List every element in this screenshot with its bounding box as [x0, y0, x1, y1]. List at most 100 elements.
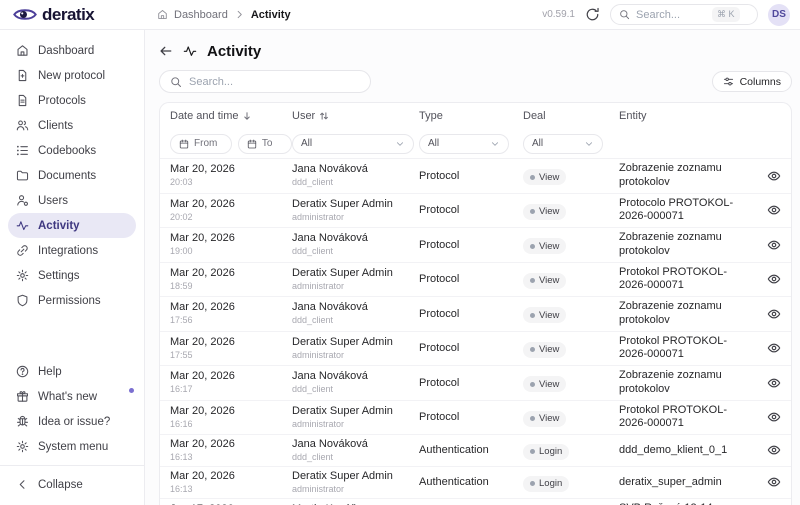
table-row[interactable]: Mar 20, 2026 18:59 Deratix Super Admin a… — [160, 263, 791, 298]
gear-icon — [16, 269, 29, 282]
sidebar-item[interactable]: Integrations — [8, 238, 136, 263]
cell-user: Jana Nováková ddd_client — [292, 163, 419, 188]
refresh-icon[interactable] — [585, 7, 600, 22]
global-search-input[interactable] — [636, 9, 706, 21]
sidebar-footer: Help What's new Idea or issue? — [8, 359, 136, 459]
sidebar-item-label: Protocols — [38, 95, 86, 107]
view-details-button[interactable] — [767, 307, 781, 321]
table-row[interactable]: Mar 20, 2026 19:00 Jana Nováková ddd_cli… — [160, 228, 791, 263]
chevron-right-icon — [234, 9, 245, 20]
view-details-button[interactable] — [767, 376, 781, 390]
global-search[interactable]: ⌘ K — [610, 4, 758, 25]
table-row[interactable]: Jan 17, 2026 12:00 Martin Kováč ddd_tech… — [160, 499, 791, 505]
deal-filter-select[interactable]: All — [523, 134, 603, 154]
back-arrow-icon[interactable] — [159, 44, 173, 58]
view-details-button[interactable] — [767, 341, 781, 355]
sort-desc-icon[interactable] — [242, 111, 252, 121]
column-header-user[interactable]: User — [292, 110, 419, 122]
cell-entity: Protokol PROTOKOL-2026-000071 — [619, 266, 755, 294]
view-details-button[interactable] — [767, 272, 781, 286]
breadcrumb-dashboard[interactable]: Dashboard — [174, 9, 228, 21]
sidebar-item[interactable]: Clients — [8, 113, 136, 138]
sidebar-footer-item[interactable]: System menu — [8, 434, 136, 459]
eye-icon — [767, 376, 781, 390]
sidebar-item[interactable]: Users — [8, 188, 136, 213]
user-filter-select[interactable]: All — [292, 134, 414, 154]
table-header-row: Date and time User Type Deal Entity — [160, 103, 791, 129]
view-details-button[interactable] — [767, 203, 781, 217]
cell-date: Mar 20, 2026 20:03 — [170, 163, 292, 188]
cell-type: Protocol — [419, 342, 523, 354]
sidebar-item[interactable]: Settings — [8, 263, 136, 288]
column-header-entity[interactable]: Entity — [619, 110, 755, 122]
table-row[interactable]: Mar 20, 2026 17:55 Deratix Super Admin a… — [160, 332, 791, 367]
status-badge: View — [523, 307, 566, 323]
user-avatar[interactable]: DS — [768, 4, 790, 26]
date-to-filter[interactable]: To — [238, 134, 292, 154]
main-content: Activity Columns Date and time — [145, 30, 800, 505]
deratix-logo[interactable]: deratix — [12, 5, 145, 25]
eye-icon — [767, 307, 781, 321]
table-row[interactable]: Mar 20, 2026 20:02 Deratix Super Admin a… — [160, 194, 791, 229]
view-details-button[interactable] — [767, 475, 781, 489]
table-row[interactable]: Mar 20, 2026 16:17 Jana Nováková ddd_cli… — [160, 366, 791, 401]
sidebar-item[interactable]: Activity — [8, 213, 136, 238]
table-row[interactable]: Mar 20, 2026 17:56 Jana Nováková ddd_cli… — [160, 297, 791, 332]
activity-search[interactable] — [159, 70, 371, 93]
sort-both-icon[interactable] — [319, 111, 329, 121]
cell-user: Deratix Super Admin administrator — [292, 198, 419, 223]
cell-user: Jana Nováková ddd_client — [292, 438, 419, 463]
home-icon — [16, 44, 29, 57]
gear-icon — [16, 440, 29, 453]
eye-icon — [767, 272, 781, 286]
search-icon — [170, 76, 182, 88]
sidebar-footer-label: What's new — [38, 391, 97, 403]
columns-button[interactable]: Columns — [712, 71, 792, 92]
table-row[interactable]: Mar 20, 2026 16:13 Jana Nováková ddd_cli… — [160, 435, 791, 467]
eye-icon — [767, 341, 781, 355]
sidebar-item[interactable]: Documents — [8, 163, 136, 188]
view-details-button[interactable] — [767, 443, 781, 457]
sidebar-item[interactable]: Codebooks — [8, 138, 136, 163]
sidebar-item[interactable]: New protocol — [8, 63, 136, 88]
status-badge: Login — [523, 444, 569, 460]
cell-type: Protocol — [419, 204, 523, 216]
view-details-button[interactable] — [767, 410, 781, 424]
cell-user: Deratix Super Admin administrator — [292, 470, 419, 495]
eye-icon — [767, 443, 781, 457]
view-details-button[interactable] — [767, 238, 781, 252]
table-row[interactable]: Mar 20, 2026 20:03 Jana Nováková ddd_cli… — [160, 159, 791, 194]
sidebar-item[interactable]: Protocols — [8, 88, 136, 113]
table-row[interactable]: Mar 20, 2026 16:13 Deratix Super Admin a… — [160, 467, 791, 499]
chevron-down-icon — [490, 139, 500, 149]
column-header-date[interactable]: Date and time — [170, 110, 292, 122]
sidebar-item[interactable]: Dashboard — [8, 38, 136, 63]
view-details-button[interactable] — [767, 169, 781, 183]
type-filter-select[interactable]: All — [419, 134, 509, 154]
cell-date: Mar 20, 2026 17:55 — [170, 336, 292, 361]
eye-icon — [767, 238, 781, 252]
cell-deal: Login — [523, 473, 619, 492]
column-header-type[interactable]: Type — [419, 110, 523, 122]
page-title: Activity — [207, 43, 261, 60]
table-row[interactable]: Mar 20, 2026 16:16 Deratix Super Admin a… — [160, 401, 791, 436]
cell-date: Mar 20, 2026 16:13 — [170, 470, 292, 495]
chevron-left-icon — [16, 478, 29, 491]
date-from-filter[interactable]: From — [170, 134, 232, 154]
sidebar-footer-item[interactable]: Help — [8, 359, 136, 384]
users-icon — [16, 119, 29, 132]
bug-icon — [16, 415, 29, 428]
sidebar-collapse-button[interactable]: Collapse — [8, 472, 136, 497]
cell-entity: Zobrazenie zoznamu protokolov — [619, 231, 755, 259]
sidebar-footer-item[interactable]: Idea or issue? — [8, 409, 136, 434]
list-icon — [16, 144, 29, 157]
cell-date: Mar 20, 2026 18:59 — [170, 267, 292, 292]
sidebar-footer-item[interactable]: What's new — [8, 384, 136, 409]
home-icon — [157, 9, 168, 20]
sidebar-item-label: Permissions — [38, 295, 101, 307]
activity-search-input[interactable] — [189, 76, 360, 88]
eye-icon — [767, 475, 781, 489]
status-badge: View — [523, 273, 566, 289]
column-header-deal[interactable]: Deal — [523, 110, 619, 122]
sidebar-item[interactable]: Permissions — [8, 288, 136, 313]
